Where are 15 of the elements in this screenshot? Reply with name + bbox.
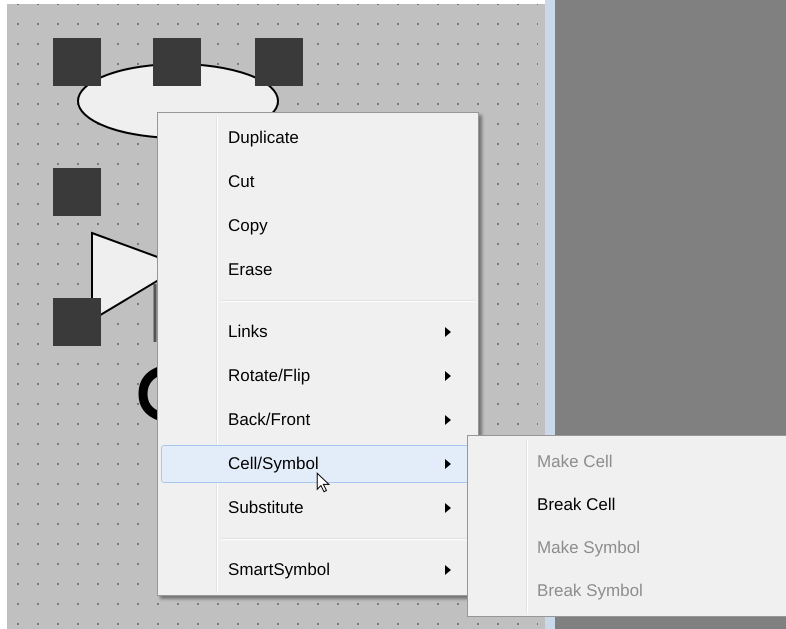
selection-handle[interactable] [153,38,201,86]
mouse-cursor-icon [316,472,332,493]
menu-item[interactable]: Erase [161,251,475,289]
wire-line [154,284,156,342]
selection-handle[interactable] [53,168,101,216]
submenu-item[interactable]: Break Cell [471,483,786,526]
menu-item[interactable]: Rotate/Flip [161,357,475,395]
selection-handle[interactable] [53,38,101,86]
menu-item[interactable]: Links [161,313,475,351]
menu-item[interactable]: Copy [161,207,475,245]
selection-handle[interactable] [53,298,101,346]
selection-handle[interactable] [255,38,303,86]
menu-item[interactable]: Back/Front [161,401,475,439]
menu-item[interactable]: Cut [161,163,475,201]
menu-item[interactable]: Duplicate [161,119,475,157]
